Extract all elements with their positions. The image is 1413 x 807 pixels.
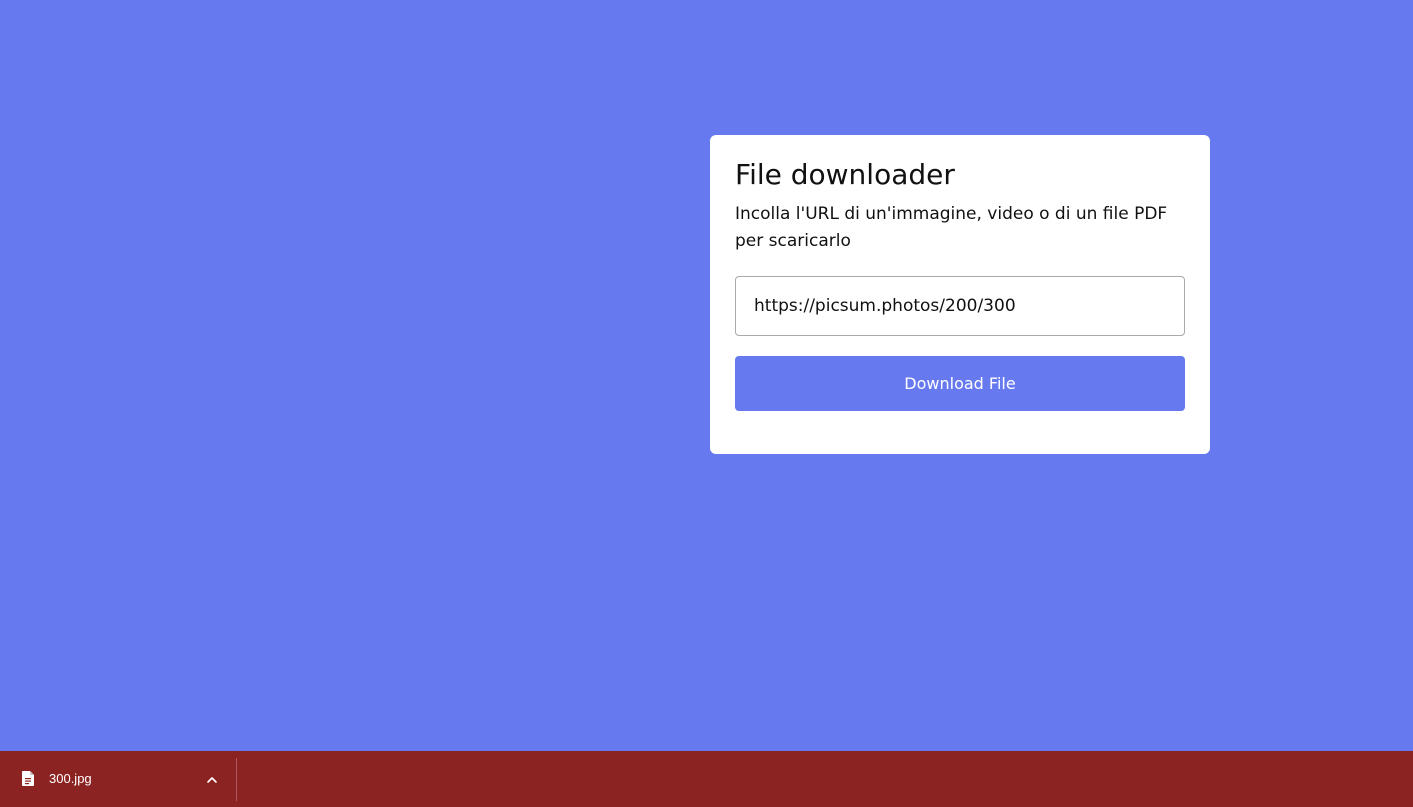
download-bar: 300.jpg — [0, 751, 1413, 807]
url-input[interactable] — [735, 276, 1185, 336]
download-item[interactable]: 300.jpg — [0, 751, 236, 807]
chevron-up-icon[interactable] — [205, 772, 219, 786]
download-file-button[interactable]: Download File — [735, 356, 1185, 411]
downloaded-file-name: 300.jpg — [49, 771, 92, 786]
card-description: Incolla l'URL di un'immagine, video o di… — [735, 204, 1168, 251]
document-icon — [22, 771, 34, 786]
page-background — [0, 0, 1413, 751]
card-title: File downloader — [735, 158, 955, 191]
download-bar-divider — [236, 758, 237, 801]
